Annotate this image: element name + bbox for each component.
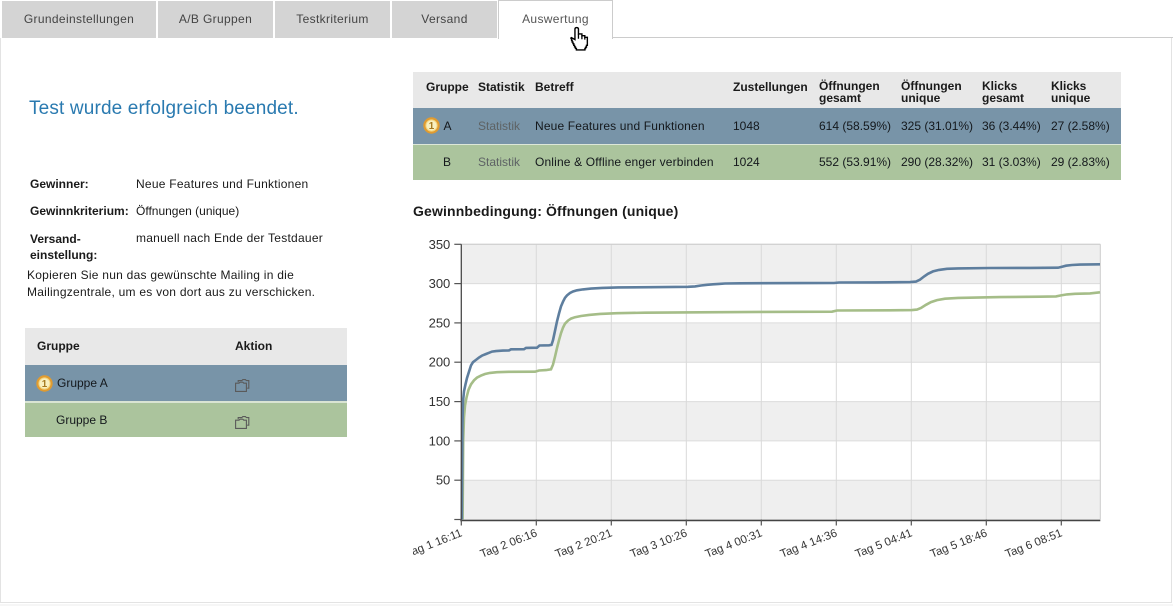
svg-text:Tag 1 16:11: Tag 1 16:11 [413,527,464,560]
svg-text:Tag 3 10:26: Tag 3 10:26 [629,527,689,560]
svg-text:350: 350 [429,237,451,252]
svg-text:100: 100 [429,433,451,448]
svg-text:150: 150 [429,394,451,409]
svg-text:50: 50 [436,473,450,488]
svg-text:1: 1 [429,121,435,132]
svg-text:Tag 4 14:36: Tag 4 14:36 [779,527,839,560]
svg-text:300: 300 [429,276,451,291]
svg-text:Tag 5 04:41: Tag 5 04:41 [854,527,914,560]
svg-text:1: 1 [42,378,48,389]
svg-text:Tag 2 20:21: Tag 2 20:21 [554,527,614,560]
svg-text:250: 250 [429,315,451,330]
svg-text:Tag 5 18:46: Tag 5 18:46 [929,527,989,560]
svg-text:Tag 2 06:16: Tag 2 06:16 [479,527,539,560]
svg-text:Tag 4 00:31: Tag 4 00:31 [704,527,764,560]
svg-text:Tag 6 08:51: Tag 6 08:51 [1004,527,1064,560]
svg-text:200: 200 [429,355,451,370]
